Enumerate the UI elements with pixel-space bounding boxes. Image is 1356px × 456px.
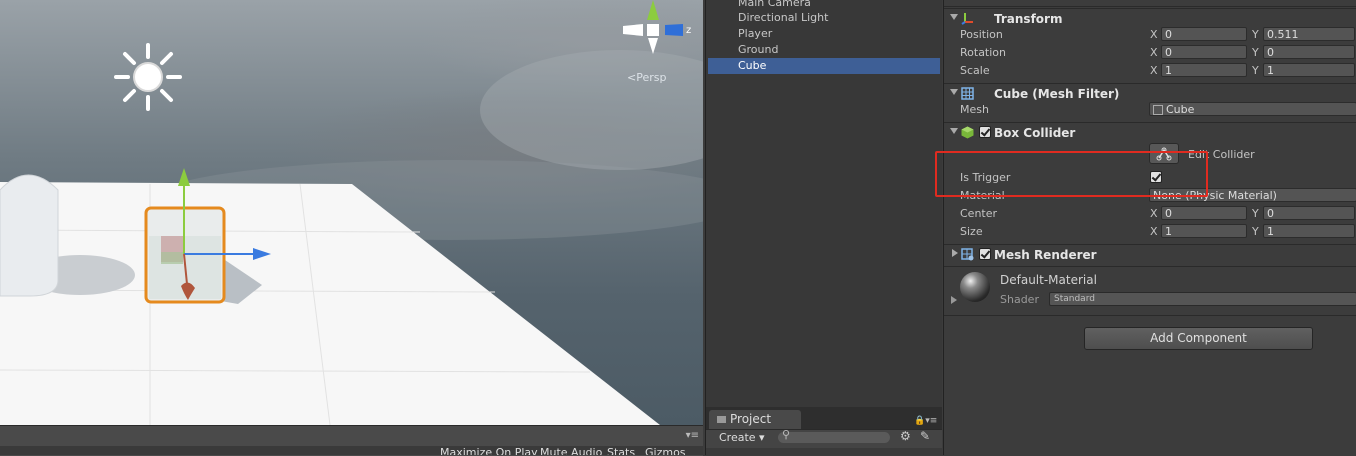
- hierarchy-item-player[interactable]: Player: [708, 26, 940, 42]
- size-y-field[interactable]: 1: [1263, 224, 1355, 238]
- mesh-filter-icon: [961, 87, 974, 100]
- position-row: Position X 0 Y 0.511: [944, 26, 1356, 44]
- center-row: Center X 0 Y 0: [944, 205, 1356, 223]
- fold-arrow-icon[interactable]: [952, 249, 958, 257]
- rotation-row: Rotation X 0 Y 0: [944, 44, 1356, 62]
- hierarchy-item-directional-light[interactable]: Directional Light: [708, 10, 940, 26]
- rotation-y-field[interactable]: 0: [1263, 45, 1355, 59]
- scale-x-label: X: [1150, 64, 1158, 77]
- projection-label[interactable]: <Persp: [627, 71, 666, 84]
- center-y-label: Y: [1252, 207, 1259, 220]
- mesh-value: Cube: [1166, 103, 1195, 116]
- mesh-row: Mesh Cube: [944, 101, 1356, 119]
- menu-icon[interactable]: ▾≡: [686, 430, 699, 441]
- tab-project-label: Project: [730, 412, 772, 426]
- mesh-renderer-header[interactable]: Mesh Renderer: [944, 244, 1356, 265]
- mesh-field[interactable]: Cube: [1149, 102, 1356, 116]
- create-dropdown[interactable]: Create ▾: [719, 431, 765, 444]
- box-collider-title: Box Collider: [994, 126, 1076, 140]
- material-fold-arrow-icon[interactable]: [951, 296, 957, 304]
- mesh-filter-title: Cube (Mesh Filter): [994, 87, 1120, 101]
- transform-title: Transform: [994, 12, 1063, 26]
- center-x-field[interactable]: 0: [1161, 206, 1247, 220]
- scale-y-label: Y: [1252, 64, 1259, 77]
- project-search-input[interactable]: [778, 432, 890, 443]
- separator: [944, 6, 1356, 7]
- persp-arrow-icon: <: [627, 71, 637, 84]
- mesh-grid-icon: [1153, 105, 1163, 115]
- size-x-field[interactable]: 1: [1161, 224, 1247, 238]
- material-name: Default-Material: [1000, 273, 1097, 287]
- transform-icon: [961, 13, 973, 25]
- project-panel: Project 🔒▾≡ Create ▾ ⚲ ⚙ ✎: [705, 407, 942, 455]
- position-x-label: X: [1150, 28, 1158, 41]
- mesh-label: Mesh: [960, 103, 989, 116]
- cloud: [480, 50, 703, 170]
- fold-arrow-icon[interactable]: [950, 128, 958, 134]
- mesh-renderer-enabled-checkbox[interactable]: [979, 248, 991, 260]
- center-x-label: X: [1150, 207, 1158, 220]
- hierarchy-panel: Main Camera Directional Light Player Gro…: [705, 0, 942, 407]
- size-label: Size: [960, 225, 983, 238]
- scene-canvas[interactable]: z: [0, 0, 703, 425]
- mesh-renderer-icon: [961, 248, 974, 261]
- center-label: Center: [960, 207, 998, 220]
- box-collider-icon: [961, 126, 974, 139]
- gizmos-button[interactable]: Gizmos: [645, 446, 686, 455]
- filter-by-label-icon[interactable]: ✎: [920, 429, 930, 443]
- separator: [944, 266, 1356, 267]
- hierarchy-item-ground[interactable]: Ground: [708, 42, 940, 58]
- mute-audio-button[interactable]: Mute Audio: [540, 446, 602, 455]
- scene-view[interactable]: z <Persp: [0, 0, 703, 455]
- filter-by-type-icon[interactable]: ⚙: [900, 429, 911, 443]
- box-collider-header[interactable]: Box Collider: [944, 122, 1356, 143]
- gizmo-z-label: z: [686, 25, 691, 36]
- projection-text: Persp: [636, 71, 667, 84]
- tab-project[interactable]: Project: [709, 410, 801, 429]
- add-component-button[interactable]: Add Component: [1084, 327, 1313, 350]
- rotation-x-label: X: [1150, 46, 1158, 59]
- size-y-label: Y: [1252, 225, 1259, 238]
- fold-arrow-icon[interactable]: [950, 89, 958, 95]
- hierarchy-item-cube[interactable]: Cube: [708, 58, 940, 74]
- project-tabbar: Project 🔒▾≡: [706, 407, 942, 429]
- shader-label: Shader: [1000, 293, 1039, 306]
- scale-label: Scale: [960, 64, 990, 77]
- fold-arrow-icon[interactable]: [950, 14, 958, 20]
- mesh-renderer-title: Mesh Renderer: [994, 248, 1097, 262]
- rotation-label: Rotation: [960, 46, 1007, 59]
- orientation-gizmo[interactable]: [623, 0, 683, 54]
- search-icon: ⚲: [782, 428, 791, 441]
- folder-icon: [717, 416, 726, 423]
- rotation-y-label: Y: [1252, 46, 1259, 59]
- stats-button[interactable]: Stats: [607, 446, 635, 455]
- scale-x-field[interactable]: 1: [1161, 63, 1247, 77]
- position-label: Position: [960, 28, 1003, 41]
- scale-y-field[interactable]: 1: [1263, 63, 1355, 77]
- player-capsule[interactable]: [0, 174, 59, 297]
- inspector-panel: Transform Position X 0 Y 0.511 Rotation …: [943, 0, 1356, 455]
- box-collider-enabled-checkbox[interactable]: [979, 126, 991, 138]
- maximize-on-play-button[interactable]: Maximize On Play: [440, 446, 538, 455]
- position-x-field[interactable]: 0: [1161, 27, 1247, 41]
- size-x-label: X: [1150, 225, 1158, 238]
- lock-icon[interactable]: 🔒▾≡: [914, 416, 937, 426]
- y-axis-handle[interactable]: [178, 168, 190, 186]
- material-preview-sphere: [960, 272, 990, 302]
- center-y-field[interactable]: 0: [1263, 206, 1355, 220]
- sun-icon[interactable]: [114, 43, 182, 111]
- position-y-field[interactable]: 0.511: [1263, 27, 1355, 41]
- separator: [944, 315, 1356, 316]
- scale-row: Scale X 1 Y 1: [944, 62, 1356, 80]
- highlight-annotation: [935, 151, 1208, 197]
- position-y-label: Y: [1252, 28, 1259, 41]
- rotation-x-field[interactable]: 0: [1161, 45, 1247, 59]
- shader-dropdown[interactable]: Standard: [1049, 292, 1356, 306]
- size-row: Size X 1 Y 1: [944, 223, 1356, 241]
